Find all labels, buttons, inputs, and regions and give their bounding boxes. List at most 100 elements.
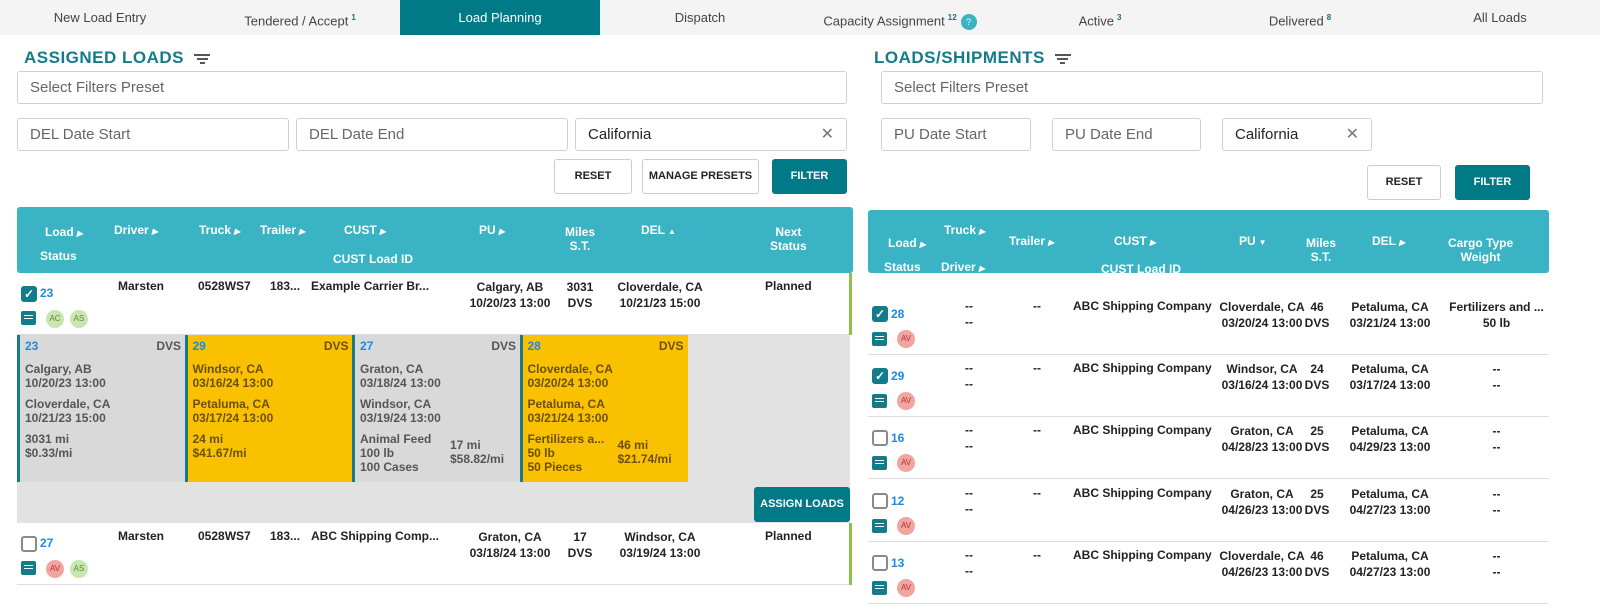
table-row[interactable]: 12 AV -- -- -- ABC Shipping Company Graton, CA… [868,480,1549,542]
driver: -- [965,315,973,329]
load-card[interactable]: 29 DVS Windsor, CA 03/16/24 13:00 Petaluma, … [184,335,353,482]
del-date-end-input[interactable]: DEL Date End [296,118,568,151]
load-plan-expanded: ASSIGN LOADS 23 DVS Calgary, AB 10/20/23 13… [17,335,850,523]
card-miles: 17 mi [450,438,481,452]
tab-capacity-assignment[interactable]: Capacity Assignment 12? [800,0,1000,35]
tab-load-planning[interactable]: Load Planning [400,0,600,35]
row-checkbox[interactable] [872,492,888,509]
pu-date-start-input[interactable]: PU Date Start [881,118,1031,151]
filter-icon[interactable] [1054,52,1071,66]
truck: -- [965,485,973,500]
load-id-link[interactable]: 16 [891,431,904,445]
table-row[interactable]: 13 AV -- -- -- ABC Shipping Company Cloverdale… [868,542,1549,604]
pu-date: 03/18/24 13:00 [469,546,551,560]
driver: -- [965,501,973,516]
col-pu[interactable]: PU ▼ [1239,234,1267,248]
customer: ABC Shipping Company [1073,361,1212,376]
col-driver[interactable]: Driver ▶ [114,223,158,237]
row-checkbox[interactable]: ✓ [872,306,888,322]
reset-button[interactable]: RESET [554,159,632,194]
col-load[interactable]: Load ▶ [888,236,926,250]
load-id-link[interactable]: 28 [891,307,904,321]
tab-label: New Load Entry [53,10,147,25]
del-city: Windsor, CA [624,530,696,544]
card-cargo: Fertilizers a... [527,432,605,446]
tab-tendered-accept[interactable]: Tendered / Accept 1 [200,0,400,35]
tab-active[interactable]: Active 3 [1000,0,1200,35]
card-rate: $0.33/mi [25,446,73,460]
comment-icon[interactable] [872,332,887,346]
comment-icon[interactable] [872,580,887,595]
table-row[interactable]: 16 AV -- -- -- ABC Shipping Company Graton, CA… [868,417,1549,480]
card-load-id[interactable]: 28 [528,339,541,354]
col-cust[interactable]: CUST ▶ [1114,234,1156,248]
card-pu-date: 03/20/24 13:00 [527,376,609,390]
col-del[interactable]: DEL ▶ [1372,234,1405,248]
col-driver[interactable]: Driver ▶ [941,260,985,274]
state-select[interactable]: California ✕ [1222,118,1372,151]
filters-preset-select[interactable]: Select Filters Preset [881,71,1543,104]
table-row[interactable]: ✓ 23 AC AS Marsten 0528WS7 183... Example Carri… [17,273,849,335]
comment-icon[interactable] [872,394,887,409]
load-card[interactable]: 27 DVS Graton, CA 03/18/24 13:00 Windsor, CA… [352,335,520,482]
clear-icon[interactable]: ✕ [821,119,834,150]
clear-icon[interactable]: ✕ [1346,119,1359,150]
card-load-id[interactable]: 23 [25,339,38,354]
col-del[interactable]: DEL ▲ [641,223,676,237]
row-checkbox[interactable]: ✓ [21,286,37,302]
miles: 17 DVS [560,529,600,561]
comment-icon[interactable] [872,456,887,471]
load-card[interactable]: 23 DVS Calgary, AB 10/20/23 13:00 Cloverdale… [17,335,185,482]
del-date-start-input[interactable]: DEL Date Start [17,118,289,151]
pu-date-end-input[interactable]: PU Date End [1052,118,1201,151]
card-pu-city: Calgary, AB [25,362,92,376]
comment-icon[interactable] [872,518,887,533]
comment-icon[interactable] [21,311,36,325]
load-id-link[interactable]: 27 [40,536,53,550]
miles-value: 24 [1310,362,1324,377]
tab-dispatch[interactable]: Dispatch [600,0,800,35]
customer: ABC Shipping Comp... [311,529,439,543]
table-row[interactable]: 27 AV AS Marsten 0528WS7 183... ABC Shipping C… [17,523,849,585]
miles: 46 DVS [1300,299,1334,331]
tab-label: All Loads [1473,10,1527,25]
row-checkbox[interactable] [872,430,888,447]
load-id-link[interactable]: 12 [891,494,904,508]
filter-icon[interactable] [194,52,211,66]
card-load-id[interactable]: 29 [193,339,206,354]
help-icon[interactable]: ? [960,13,977,30]
load-card[interactable]: 28 DVS Cloverdale, CA 03/20/24 13:00 Petalum… [519,335,688,482]
load-id-link[interactable]: 13 [891,556,904,570]
assign-loads-button[interactable]: ASSIGN LOADS [754,487,850,522]
col-trailer[interactable]: Trailer ▶ [1009,234,1054,248]
card-miles: 46 mi [617,438,649,452]
miles: 25 DVS [1300,486,1334,518]
col-trailer[interactable]: Trailer ▶ [260,223,305,237]
table-row[interactable]: ✓ 28 AV -- -- -- ABC Shipping Company Cloverdal… [868,293,1549,355]
load-id-link[interactable]: 29 [891,369,904,383]
row-checkbox[interactable]: ✓ [872,368,888,385]
col-load[interactable]: Load ▶ [45,225,83,239]
col-truck[interactable]: Truck ▶ [944,223,985,237]
reset-button[interactable]: RESET [1367,165,1441,200]
state-select[interactable]: California ✕ [575,118,847,151]
tab-new-load-entry[interactable]: New Load Entry [0,0,200,35]
filters-preset-select[interactable]: Select Filters Preset [17,71,847,104]
tab-delivered[interactable]: Delivered 8 [1200,0,1400,35]
tab-all-loads[interactable]: All Loads [1400,0,1600,35]
col-cust[interactable]: CUST ▶ [344,223,386,237]
row-checkbox[interactable] [872,554,888,571]
tab-label: Active [1078,13,1114,29]
filter-button[interactable]: FILTER [772,159,847,194]
cargo-type: -- [1492,548,1501,563]
load-id-link[interactable]: 23 [40,286,53,300]
comment-icon[interactable] [21,561,36,575]
col-truck[interactable]: Truck ▶ [199,223,240,237]
manage-presets-button[interactable]: MANAGE PRESETS [642,159,759,194]
card-load-id[interactable]: 27 [360,339,373,354]
miles-value: 17 [573,530,587,544]
col-pu[interactable]: PU ▶ [479,223,505,237]
table-row[interactable]: ✓ 29 AV -- -- -- ABC Shipping Company Windsor, … [868,355,1549,418]
filter-button[interactable]: FILTER [1455,165,1530,200]
row-checkbox[interactable] [21,536,37,552]
